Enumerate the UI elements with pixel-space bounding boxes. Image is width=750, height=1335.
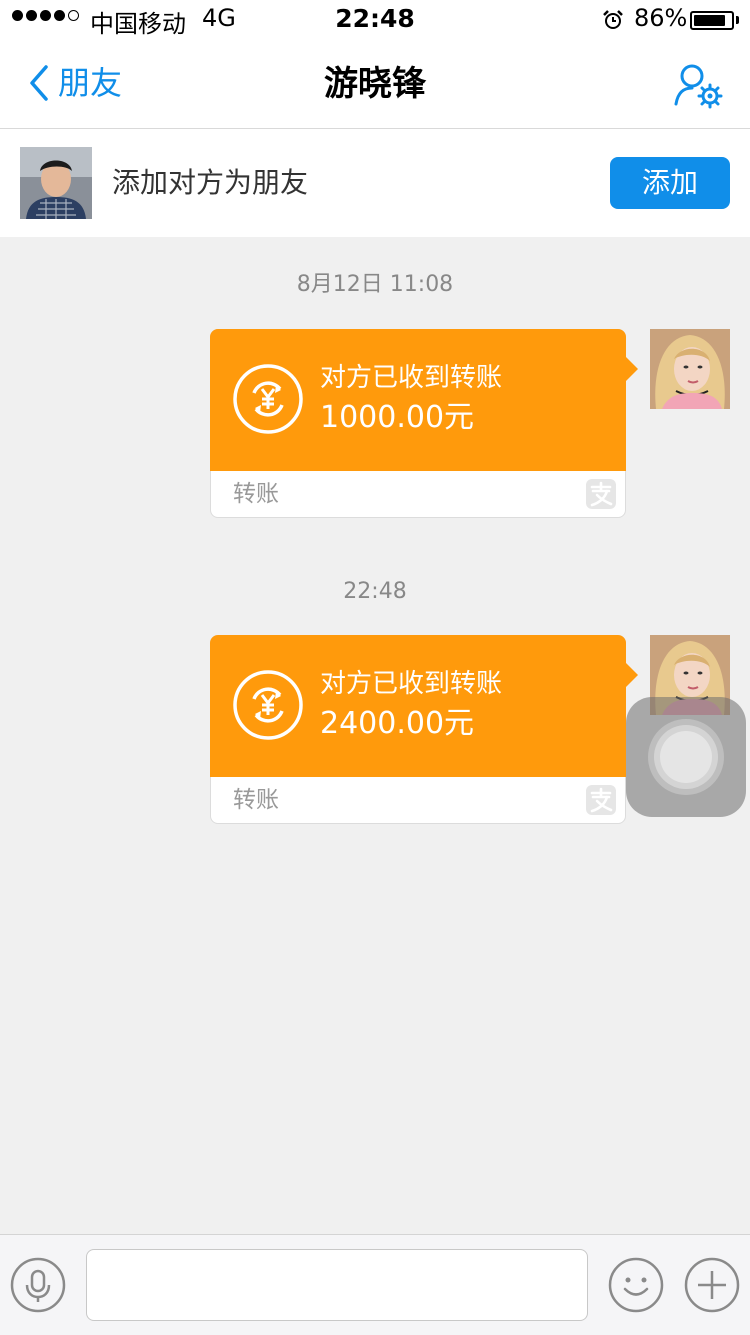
- my-avatar[interactable]: [650, 329, 730, 409]
- add-friend-button[interactable]: 添加: [610, 157, 730, 209]
- transfer-card-header: 对方已收到转账 1000.00元: [210, 329, 638, 471]
- bubble-tail: [626, 663, 638, 687]
- navigation-bar: 朋友 游晓锋: [0, 40, 750, 129]
- microphone-icon[interactable]: [10, 1257, 66, 1313]
- contact-settings-icon[interactable]: [672, 62, 724, 110]
- battery-icon: [690, 11, 734, 30]
- transfer-yuan-icon: [233, 670, 303, 740]
- page-title: 游晓锋: [324, 64, 426, 104]
- bubble-tail: [626, 357, 638, 381]
- transfer-status: 对方已收到转账: [320, 363, 503, 393]
- assistive-touch-button[interactable]: [626, 697, 746, 817]
- transfer-message-card[interactable]: 对方已收到转账 2400.00元 转账: [210, 635, 638, 824]
- transfer-message-card[interactable]: 对方已收到转账 1000.00元 转账: [210, 329, 638, 518]
- battery-tip: [736, 16, 739, 24]
- transfer-card-header: 对方已收到转账 2400.00元: [210, 635, 638, 777]
- message-timestamp: 8月12日 11:08: [296, 272, 454, 297]
- transfer-amount: 2400.00元: [320, 706, 475, 741]
- status-bar: 中国移动 4G 22:48 86%: [0, 0, 750, 40]
- message-timestamp: 22:48: [343, 579, 407, 604]
- transfer-yuan-icon: [233, 364, 303, 434]
- transfer-status: 对方已收到转账: [320, 669, 503, 699]
- transfer-label: 转账: [233, 787, 279, 813]
- message-input[interactable]: [86, 1249, 588, 1321]
- alipay-icon: [586, 479, 616, 509]
- alipay-icon: [586, 785, 616, 815]
- add-friend-banner: 添加对方为朋友 添加: [0, 129, 750, 237]
- chat-input-bar: [0, 1234, 750, 1335]
- emoji-icon[interactable]: [608, 1257, 664, 1313]
- add-friend-prompt: 添加对方为朋友: [112, 166, 309, 199]
- transfer-label: 转账: [233, 481, 279, 507]
- battery-percent: 86%: [634, 4, 688, 32]
- contact-avatar[interactable]: [20, 147, 92, 219]
- assistive-touch-icon: [648, 719, 724, 795]
- transfer-amount: 1000.00元: [320, 400, 475, 435]
- plus-icon[interactable]: [684, 1257, 740, 1313]
- alarm-clock-icon: [603, 10, 623, 29]
